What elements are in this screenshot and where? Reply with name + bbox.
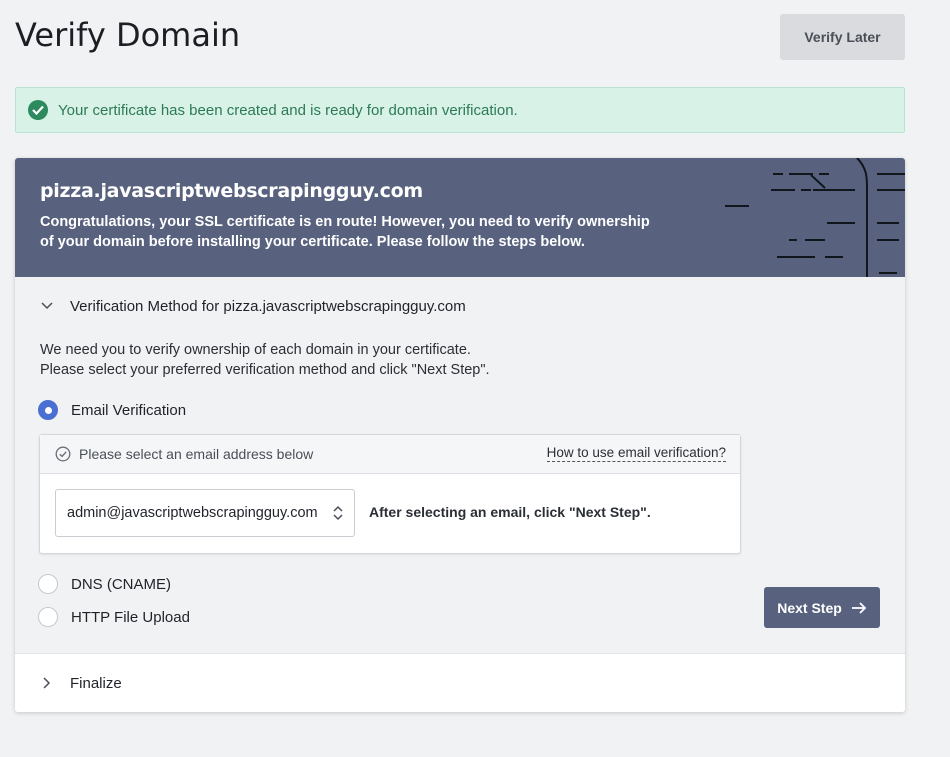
email-select[interactable]: admin@javascriptwebscrapingguy.com [55, 489, 355, 537]
select-arrows-icon [332, 504, 344, 527]
next-step-label: Next Step [777, 599, 842, 616]
email-selection-panel: Please select an email address below How… [39, 434, 741, 554]
success-alert: Your certificate has been created and is… [15, 87, 905, 133]
finalize-label: Finalize [70, 674, 122, 692]
verification-method-toggle[interactable]: Verification Method for pizza.javascript… [15, 286, 905, 326]
verification-method-label: Verification Method for pizza.javascript… [70, 297, 466, 315]
dns-cname-label: DNS (CNAME) [71, 575, 171, 593]
decorative-lines-icon [725, 158, 905, 277]
header-description-line2: of your domain before installing your ce… [40, 234, 585, 250]
chevron-down-icon [38, 297, 56, 315]
arrow-right-icon [851, 601, 867, 614]
header-description: Congratulations, your SSL certificate is… [40, 212, 660, 252]
page-title: Verify Domain [15, 16, 241, 54]
domain-title: pizza.javascriptwebscrapingguy.com [40, 180, 423, 202]
http-file-upload-label: HTTP File Upload [71, 608, 190, 626]
email-help-link[interactable]: How to use email verification? [546, 445, 726, 462]
card-header: pizza.javascriptwebscrapingguy.com Congr… [15, 158, 905, 277]
http-file-upload-option[interactable]: HTTP File Upload [38, 607, 190, 627]
chevron-right-icon [38, 674, 56, 692]
finalize-toggle[interactable]: Finalize [15, 653, 905, 712]
intro-line2: Please select your preferred verificatio… [40, 362, 490, 378]
email-verification-option[interactable]: Email Verification [38, 400, 186, 420]
email-verification-radio[interactable] [38, 400, 58, 420]
dns-cname-option[interactable]: DNS (CNAME) [38, 574, 171, 594]
verification-intro: We need you to verify ownership of each … [40, 340, 490, 380]
email-panel-heading: Please select an email address below [79, 446, 314, 462]
verify-later-button[interactable]: Verify Later [780, 14, 905, 60]
verification-card: pizza.javascriptwebscrapingguy.com Congr… [15, 158, 905, 712]
next-step-button[interactable]: Next Step [764, 587, 880, 628]
email-verification-label: Email Verification [71, 401, 187, 419]
dns-cname-radio[interactable] [38, 574, 58, 594]
check-circle-icon [28, 100, 48, 120]
email-instruction: After selecting an email, click "Next St… [369, 504, 651, 520]
alert-message: Your certificate has been created and is… [58, 101, 518, 119]
email-panel-header: Please select an email address below How… [40, 435, 740, 474]
header-description-line1: Congratulations, your SSL certificate is… [40, 214, 650, 230]
intro-line1: We need you to verify ownership of each … [40, 342, 471, 358]
circle-check-icon [55, 446, 71, 462]
email-select-value: admin@javascriptwebscrapingguy.com [67, 505, 318, 521]
http-file-upload-radio[interactable] [38, 607, 58, 627]
